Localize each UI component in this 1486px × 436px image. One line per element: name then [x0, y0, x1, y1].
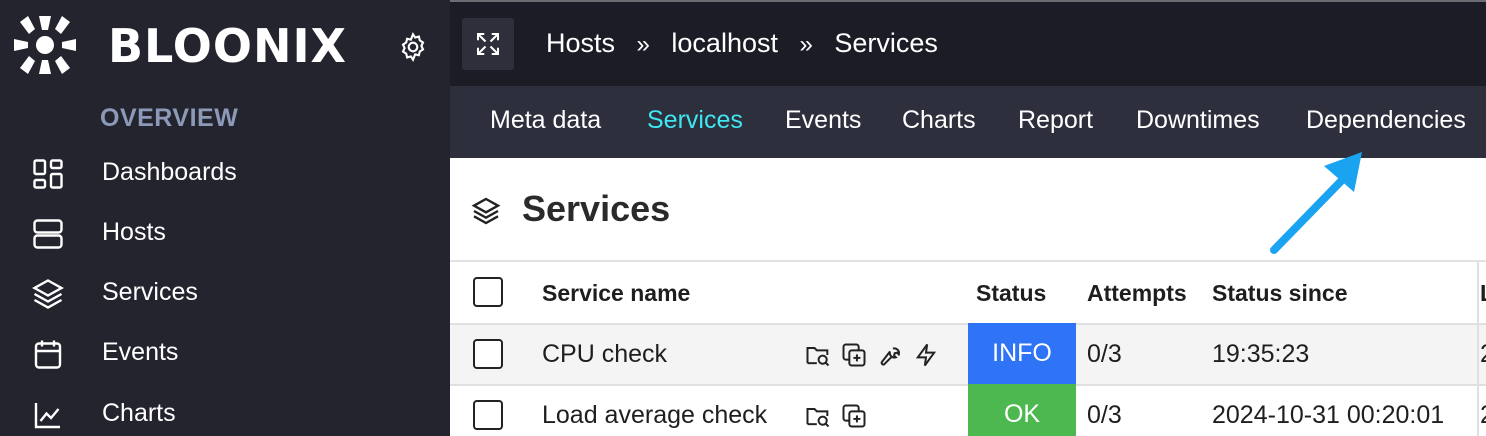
row-checkbox[interactable] — [473, 400, 503, 430]
folder-search-icon[interactable] — [804, 402, 832, 430]
breadcrumb-separator: » — [799, 31, 813, 58]
breadcrumb: Hosts » localhost » Services — [546, 28, 938, 59]
sidebar-item-hosts[interactable]: Hosts — [0, 204, 450, 260]
tab-downtimes[interactable]: Downtimes — [1136, 106, 1260, 135]
status-since-value: 19:35:23 — [1212, 340, 1310, 368]
breadcrumb-localhost[interactable]: localhost — [671, 28, 778, 58]
folder-search-icon[interactable] — [804, 341, 832, 369]
layers-icon — [471, 197, 501, 225]
breadcrumb-hosts[interactable]: Hosts — [546, 28, 615, 58]
tab-events[interactable]: Events — [785, 106, 861, 135]
sidebar-item-label: Services — [102, 278, 198, 306]
server-icon — [33, 219, 63, 249]
tab-services[interactable]: Services — [647, 106, 743, 135]
tab-dependencies[interactable]: Dependencies — [1306, 106, 1466, 135]
sidebar-section-title: OVERVIEW — [100, 104, 239, 132]
column-header-status-since[interactable]: Status since — [1212, 280, 1348, 307]
sidebar-item-label: Charts — [102, 399, 176, 427]
column-header-status[interactable]: Status — [976, 280, 1046, 307]
expand-icon — [477, 33, 499, 55]
annotation-arrow-icon — [1270, 152, 1362, 254]
table-row[interactable]: CPU check INFO 0/3 19:35:23 2 — [450, 323, 1486, 384]
wrench-icon[interactable] — [876, 341, 904, 369]
service-name[interactable]: CPU check — [542, 340, 667, 369]
truncated-cell-value: 2 — [1480, 340, 1486, 369]
sidebar-item-events[interactable]: Events — [0, 324, 450, 380]
attempts-value: 0/3 — [1087, 340, 1122, 368]
table-row[interactable]: Load average check OK 0/3 2024-10-31 00:… — [450, 384, 1486, 436]
sidebar-item-charts[interactable]: Charts — [0, 385, 450, 436]
layers-icon — [32, 279, 64, 309]
status-badge: INFO — [968, 323, 1076, 384]
calendar-icon — [34, 340, 62, 369]
sidebar-item-dashboards[interactable]: Dashboards — [0, 144, 450, 200]
select-all-checkbox[interactable] — [473, 277, 503, 307]
chart-icon — [34, 403, 60, 429]
fullscreen-button[interactable] — [462, 18, 514, 70]
sidebar-item-label: Hosts — [102, 218, 166, 246]
status-badge: OK — [968, 384, 1076, 436]
sidebar-item-services[interactable]: Services — [0, 264, 450, 320]
copy-plus-icon[interactable] — [840, 402, 868, 430]
page-title: Services — [522, 188, 671, 229]
sidebar-item-label: Dashboards — [102, 158, 237, 186]
column-divider — [1477, 262, 1479, 436]
breadcrumb-services: Services — [834, 28, 938, 58]
gear-icon[interactable] — [397, 31, 429, 63]
attempts-value: 0/3 — [1087, 401, 1122, 429]
column-header-attempts[interactable]: Attempts — [1087, 280, 1187, 307]
tab-report[interactable]: Report — [1018, 106, 1093, 135]
status-since-value: 2024-10-31 00:20:01 — [1212, 401, 1445, 429]
column-header-truncated[interactable]: L — [1480, 280, 1486, 307]
sidebar: BLOONIX OVERVIEW Dashboards Hosts Servic… — [0, 0, 450, 436]
topbar: Hosts » localhost » Services — [450, 0, 1486, 86]
truncated-cell-value: 2 — [1480, 401, 1486, 430]
lightning-icon[interactable] — [912, 341, 940, 369]
sidebar-item-label: Events — [102, 338, 179, 366]
bloonix-logo-icon — [14, 16, 76, 74]
table-header-row: Service name Status Attempts Status sinc… — [450, 262, 1486, 323]
copy-plus-icon[interactable] — [840, 341, 868, 369]
column-header-service-name[interactable]: Service name — [542, 280, 690, 307]
logo-row: BLOONIX — [0, 0, 450, 90]
dashboard-icon — [33, 159, 63, 189]
brand-name: BLOONIX — [108, 19, 348, 73]
tab-charts[interactable]: Charts — [902, 106, 976, 135]
service-name[interactable]: Load average check — [542, 401, 767, 430]
tab-meta-data[interactable]: Meta data — [490, 106, 601, 135]
breadcrumb-separator: » — [636, 31, 650, 58]
row-checkbox[interactable] — [473, 339, 503, 369]
